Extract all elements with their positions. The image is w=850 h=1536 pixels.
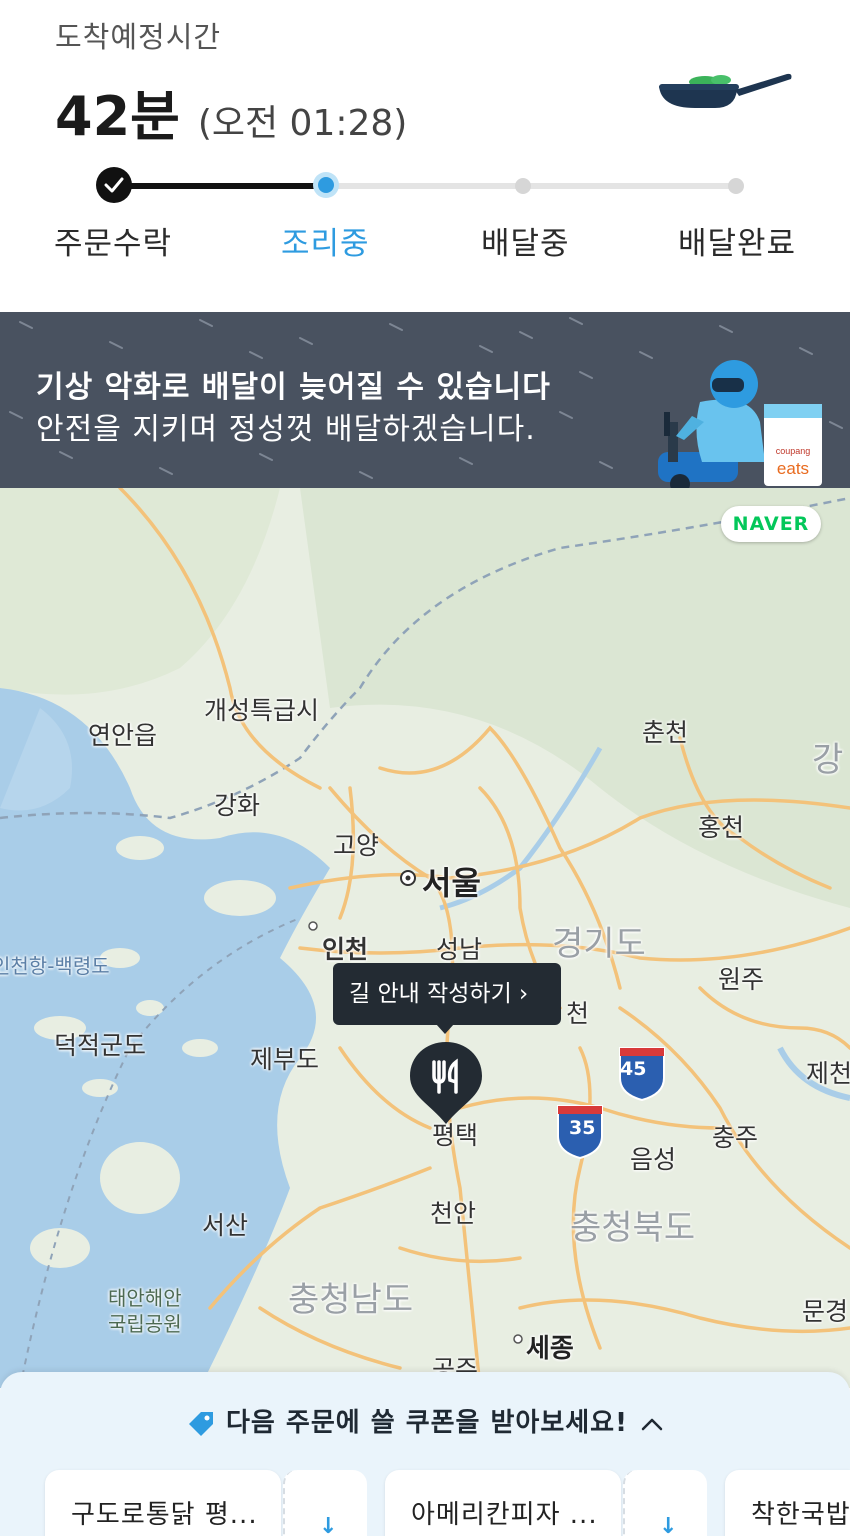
- map-label: 인천: [322, 935, 369, 964]
- map-label: 세종: [526, 1334, 574, 1364]
- map-label: 국립공원: [108, 1312, 182, 1336]
- download-arrow-icon: ↓: [659, 1514, 678, 1536]
- map-label: 개성특급시: [204, 696, 320, 725]
- eta-clock: (오전 01:28): [197, 103, 408, 144]
- map-label: 천안: [430, 1199, 477, 1228]
- step-dot-pending: [728, 178, 744, 194]
- step-label-delivered: 배달완료: [678, 226, 797, 262]
- banner-title: 기상 악화로 배달이 늦어질 수 있습니다: [36, 370, 551, 405]
- coupon-card[interactable]: 구도로통닭 평...: [45, 1470, 281, 1536]
- coupon-card[interactable]: 아메리칸피자 ...: [385, 1470, 621, 1536]
- map-label: 천: [566, 999, 590, 1028]
- frying-pan-icon: [659, 73, 792, 108]
- eta-header: 도착예정시간 42분 (오전 01:28) 주문수락 조리중 배달중 배달완료: [0, 0, 850, 312]
- eta-minutes: 42분: [55, 85, 180, 148]
- eta-row: 42분 (오전 01:28): [55, 72, 407, 151]
- step-label-cooking: 조리중: [281, 226, 370, 262]
- coupon-download-button[interactable]: ↓: [283, 1470, 367, 1536]
- map-label-province: 충청남도: [288, 1280, 414, 1320]
- step-dot-active: [313, 172, 339, 198]
- coupon-sheet[interactable]: 다음 주문에 쓸 쿠폰을 받아보세요! 구도로통닭 평... ↓ 아메리칸피자 …: [0, 1372, 850, 1536]
- map-label: 연안읍: [88, 721, 158, 750]
- step-label-delivering: 배달중: [481, 226, 570, 262]
- write-directions-button[interactable]: 길 안내 작성하기 ›: [333, 963, 561, 1034]
- map-label: 덕적군도: [54, 1031, 147, 1060]
- map-label: 강: [812, 740, 844, 780]
- map-label: 충주: [712, 1123, 759, 1152]
- map-label: 강화: [214, 791, 261, 820]
- banner-subtitle: 안전을 지키며 정성껏 배달하겠습니다.: [36, 412, 536, 447]
- download-arrow-icon: ↓: [319, 1514, 338, 1536]
- chevron-up-icon[interactable]: [640, 1416, 664, 1432]
- step-dot-pending: [515, 178, 531, 194]
- map-label: 제천: [806, 1059, 850, 1088]
- delivery-map[interactable]: NAVER 개성특급시 연안읍 춘천 강 강화 홍천 고양 서울 인천 성남 경…: [0, 488, 850, 1388]
- coupon-store-name: 아메리칸피자 ...: [411, 1500, 598, 1530]
- map-label: 인천항-백령도: [0, 954, 110, 978]
- map-label: 음성: [630, 1145, 677, 1174]
- eta-label: 도착예정시간: [55, 20, 222, 54]
- step-label-accepted: 주문수락: [54, 226, 173, 262]
- step-dot-done: [96, 167, 132, 203]
- coupon-sheet-header[interactable]: 다음 주문에 쓸 쿠폰을 받아보세요!: [0, 1402, 850, 1439]
- naver-map-badge: NAVER: [721, 506, 821, 542]
- highway-45-number: 45: [620, 1058, 647, 1080]
- highway-35-number: 35: [569, 1117, 596, 1139]
- coupon-tag-icon: [189, 1411, 214, 1436]
- coupon-store-name: 착한국밥: [751, 1500, 850, 1530]
- weather-banner[interactable]: 기상 악화로 배달이 늦어질 수 있습니다 안전을 지키며 정성껏 배달하겠습니…: [0, 312, 850, 488]
- delivery-rider-icon: coupang eats: [658, 360, 822, 488]
- map-label: 원주: [718, 965, 765, 994]
- map-label: 태안해안: [108, 1286, 182, 1310]
- map-label: 서산: [202, 1211, 249, 1240]
- coupon-store-name: 구도로통닭 평...: [71, 1500, 258, 1530]
- coupang-logo-text: coupang: [776, 446, 811, 456]
- map-base: [0, 488, 850, 1388]
- map-label: 홍천: [698, 813, 745, 842]
- restaurant-pin[interactable]: [408, 1038, 484, 1128]
- map-label-province: 경기도: [552, 924, 646, 964]
- map-label: 문경: [802, 1297, 849, 1326]
- map-label: 춘천: [642, 718, 689, 747]
- map-label: 제부도: [250, 1045, 320, 1074]
- map-label-province: 충청북도: [570, 1208, 696, 1248]
- progress-track-remaining: [326, 183, 738, 189]
- coupon-heading: 다음 주문에 쓸 쿠폰을 받아보세요!: [226, 1408, 628, 1438]
- eats-logo-text: eats: [777, 459, 809, 478]
- map-label: 고양: [333, 831, 380, 860]
- coupon-card[interactable]: 착한국밥: [725, 1470, 850, 1536]
- map-label: 성남: [436, 935, 483, 964]
- progress-track-done: [114, 183, 326, 189]
- check-icon: [104, 177, 124, 193]
- map-label-seoul: 서울: [422, 864, 481, 902]
- coupon-download-button[interactable]: ↓: [623, 1470, 707, 1536]
